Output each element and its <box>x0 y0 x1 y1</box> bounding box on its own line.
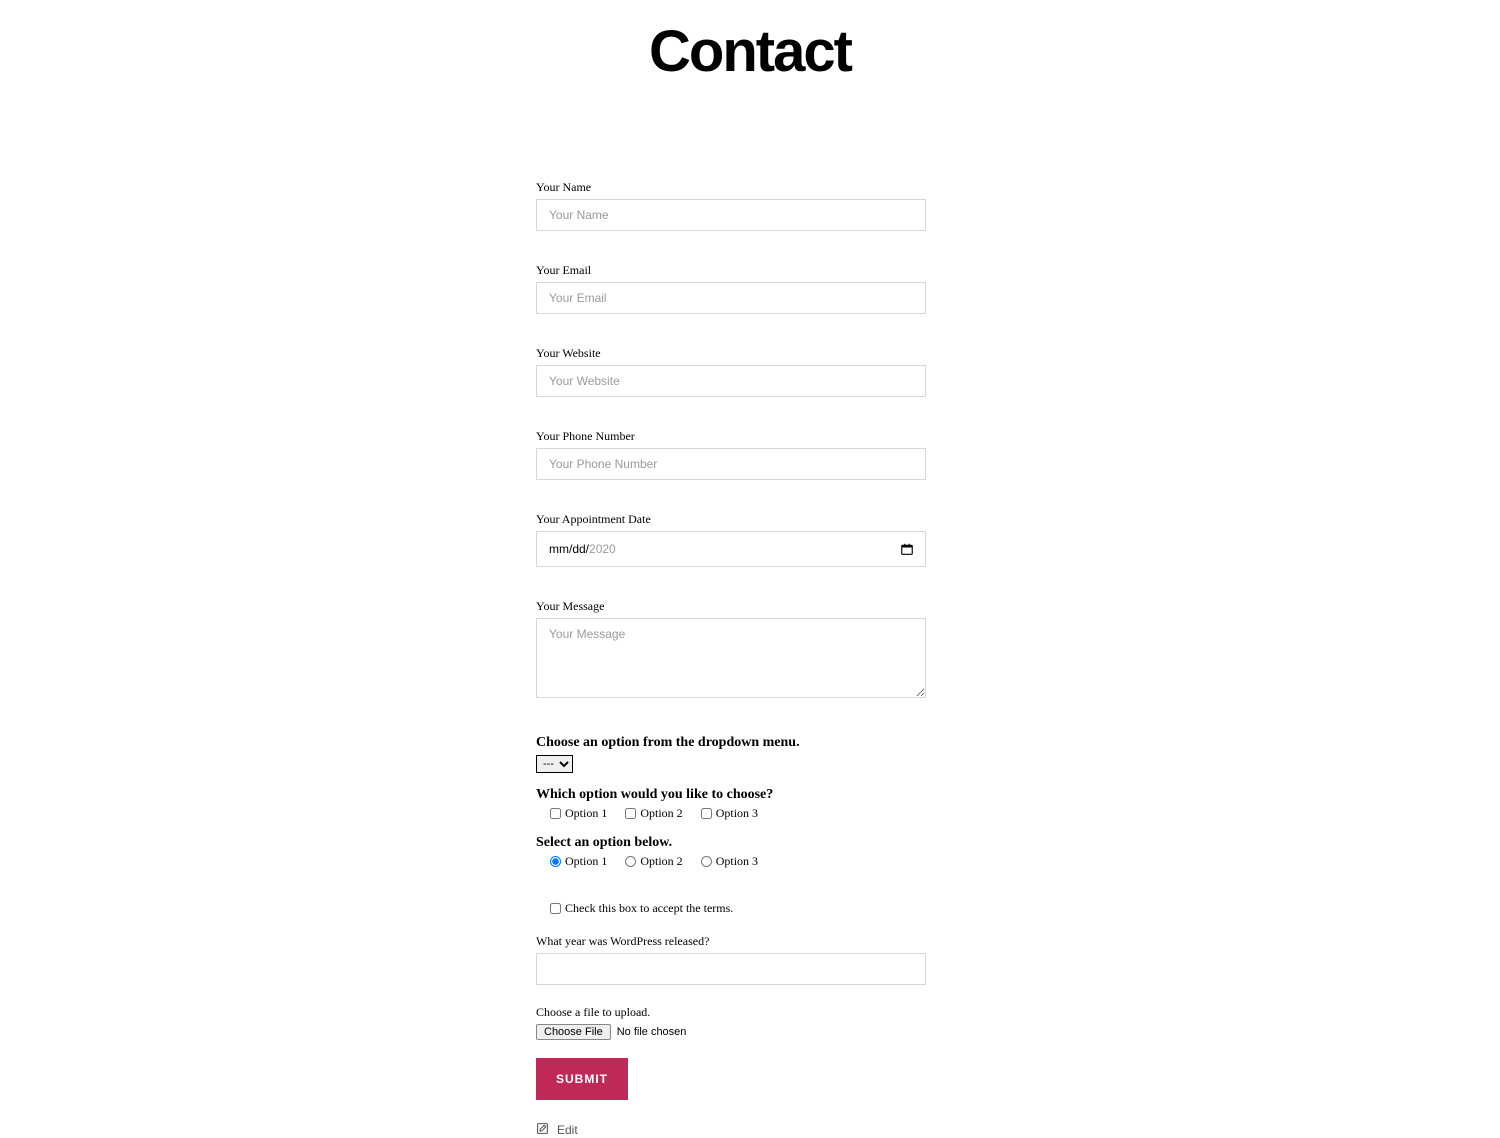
date-value: mm/dd/2020 <box>549 542 616 556</box>
checkbox-2-label: Option 2 <box>640 806 682 821</box>
radio-3[interactable] <box>701 856 712 867</box>
edit-icon <box>536 1122 549 1138</box>
terms-label: Check this box to accept the terms. <box>565 901 733 916</box>
file-status: No file chosen <box>617 1026 687 1038</box>
date-input[interactable]: mm/dd/2020 <box>536 531 926 567</box>
edit-label: Edit <box>557 1123 578 1137</box>
website-input[interactable] <box>536 365 926 397</box>
email-input[interactable] <box>536 282 926 314</box>
quiz-label: What year was WordPress released? <box>536 934 926 949</box>
quiz-input[interactable] <box>536 953 926 985</box>
contact-form: Your Name Your Email Your Website Your P… <box>536 180 926 1138</box>
checkbox-3-label: Option 3 <box>716 806 758 821</box>
calendar-icon <box>901 543 913 555</box>
radio-option-3[interactable]: Option 3 <box>701 854 758 869</box>
phone-input[interactable] <box>536 448 926 480</box>
name-label: Your Name <box>536 180 926 195</box>
terms-checkbox[interactable] <box>550 903 561 914</box>
checkbox-option-3[interactable]: Option 3 <box>701 806 758 821</box>
phone-label: Your Phone Number <box>536 429 926 444</box>
checkbox-2[interactable] <box>625 808 636 819</box>
checkbox-1-label: Option 1 <box>565 806 607 821</box>
email-label: Your Email <box>536 263 926 278</box>
date-label: Your Appointment Date <box>536 512 926 527</box>
checkbox-1[interactable] <box>550 808 561 819</box>
page-title: Contact <box>0 18 1500 85</box>
message-label: Your Message <box>536 599 926 614</box>
submit-button[interactable]: SUBMIT <box>536 1058 628 1100</box>
radio-1-label: Option 1 <box>565 854 607 869</box>
message-input[interactable] <box>536 618 926 698</box>
choose-file-button[interactable]: Choose File <box>536 1024 611 1040</box>
radio-option-1[interactable]: Option 1 <box>550 854 607 869</box>
edit-link[interactable]: Edit <box>536 1122 926 1138</box>
radio-2-label: Option 2 <box>640 854 682 869</box>
checkbox-3[interactable] <box>701 808 712 819</box>
dropdown-select[interactable]: --- <box>536 755 573 773</box>
website-label: Your Website <box>536 346 926 361</box>
name-input[interactable] <box>536 199 926 231</box>
radio-2[interactable] <box>625 856 636 867</box>
radio-heading: Select an option below. <box>536 835 926 851</box>
dropdown-heading: Choose an option from the dropdown menu. <box>536 735 926 751</box>
radio-option-2[interactable]: Option 2 <box>625 854 682 869</box>
checkbox-option-1[interactable]: Option 1 <box>550 806 607 821</box>
checkbox-option-2[interactable]: Option 2 <box>625 806 682 821</box>
radio-3-label: Option 3 <box>716 854 758 869</box>
checkbox-heading: Which option would you like to choose? <box>536 787 926 803</box>
file-label: Choose a file to upload. <box>536 1005 926 1020</box>
radio-1[interactable] <box>550 856 561 867</box>
